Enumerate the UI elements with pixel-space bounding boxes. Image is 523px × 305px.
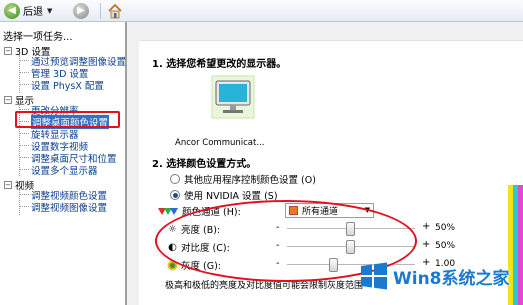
task-item-physx[interactable]: 设置 PhysX 配置 xyxy=(31,78,104,92)
tree-line xyxy=(19,133,29,134)
task-pane: 选择一项任务... − 3D 设置 通过预览调整图像设置 管理 3D 设置 设置… xyxy=(0,22,126,305)
radio-label: 其他应用程序控制颜色设置 (O) xyxy=(184,175,316,186)
brightness-plus: + xyxy=(422,221,431,232)
task-item-multi-display[interactable]: 设置多个显示器 xyxy=(31,163,98,177)
forward-arrow-icon: ▶ xyxy=(73,2,89,19)
collapse-icon[interactable]: − xyxy=(4,47,12,55)
tree-line xyxy=(19,169,29,170)
tree-line xyxy=(19,60,29,61)
watermark-text: Win8系统之家 xyxy=(393,268,510,289)
toolbar: ◀ 后退 ▼ ▶ xyxy=(0,0,523,22)
windows-logo-icon xyxy=(361,262,387,290)
toolbar-divider xyxy=(100,3,101,19)
section-title-color-method: 2. 选择颜色设置方式。 xyxy=(152,159,257,170)
contrast-value: 50% xyxy=(435,241,456,251)
tree-line xyxy=(19,157,29,158)
tree-line xyxy=(19,145,29,146)
forward-button[interactable]: ▶ xyxy=(73,2,89,19)
tree-line xyxy=(19,206,29,207)
radio-button-selected[interactable] xyxy=(170,190,180,200)
radio-other-apps[interactable]: 其他应用程序控制颜色设置 (O) xyxy=(170,172,316,186)
collapse-icon[interactable]: − xyxy=(4,96,12,104)
radio-button[interactable] xyxy=(170,174,180,184)
tree-line xyxy=(19,84,29,85)
back-button[interactable]: ◀ 后退 ▼ xyxy=(4,2,52,19)
task-pane-title: 选择一项任务... xyxy=(3,32,73,43)
highlight-box xyxy=(15,111,120,128)
back-label: 后退 xyxy=(23,7,43,18)
section-title-display: 1. 选择您希望更改的显示器。 xyxy=(152,59,287,70)
contrast-plus: + xyxy=(422,239,431,250)
collapse-icon[interactable]: − xyxy=(4,181,12,189)
home-icon[interactable] xyxy=(107,3,123,19)
monitor-label: Ancor Communicat... xyxy=(175,138,265,148)
tree-line xyxy=(19,72,29,73)
tree-line xyxy=(19,189,20,215)
tree-line xyxy=(19,109,29,110)
back-dropdown-icon[interactable]: ▼ xyxy=(47,7,52,15)
monitor-icon[interactable] xyxy=(211,75,255,119)
tree-line xyxy=(19,194,29,195)
brightness-value: 50% xyxy=(435,223,456,233)
color-test-strip xyxy=(508,185,523,305)
back-arrow-icon: ◀ xyxy=(4,2,20,19)
rgb-channels-icon xyxy=(158,207,178,215)
watermark: Win8系统之家 xyxy=(359,261,510,291)
task-item-video-image[interactable]: 调整视频图像设置 xyxy=(31,200,107,214)
